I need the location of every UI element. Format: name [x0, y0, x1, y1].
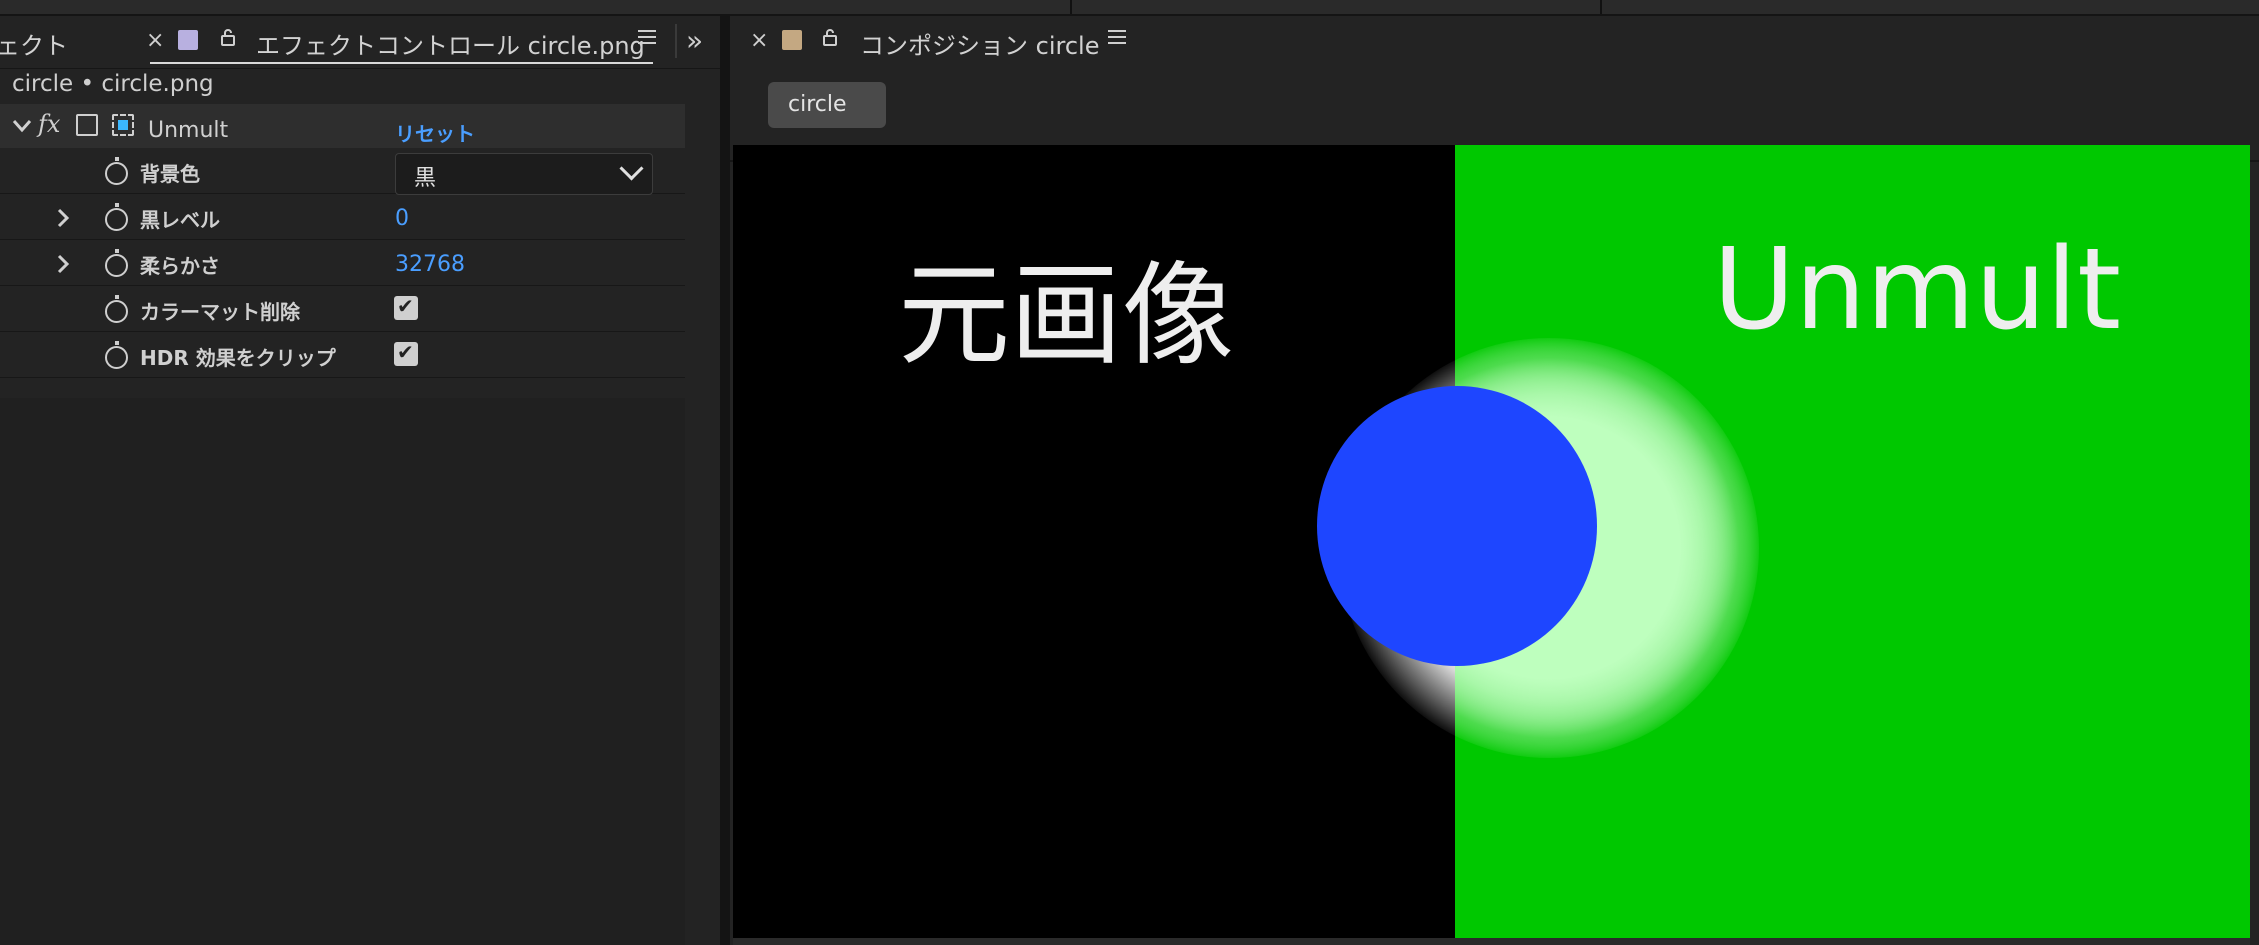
tab-effect-controls[interactable]: エフェクトコントロール circle.png	[256, 26, 645, 61]
frame-separator	[1070, 0, 1072, 14]
property-label: 黒レベル	[140, 208, 220, 232]
background-color-dropdown[interactable]: 黒	[395, 153, 653, 195]
comp-color-swatch	[782, 30, 802, 50]
dropdown-value: 黒	[414, 166, 437, 191]
tab-effects-truncated[interactable]: ェクト	[0, 26, 68, 61]
viewer-bottom-edge	[733, 938, 2250, 945]
stopwatch-icon[interactable]	[105, 203, 128, 231]
close-icon[interactable]: ×	[750, 28, 768, 53]
panel-menu-icon[interactable]	[638, 30, 656, 46]
property-row-remove-color-matte: カラーマット削除 ✔	[0, 286, 685, 332]
chevron-down-icon	[619, 156, 644, 181]
effect-name: Unmult	[148, 118, 229, 143]
effect-controls-panel: ェクト × エフェクトコントロール circle.png » circle • …	[0, 16, 720, 945]
panel-divider[interactable]	[720, 16, 730, 945]
comp-breadcrumb-pill[interactable]: circle	[768, 82, 886, 128]
property-label: 柔らかさ	[140, 254, 220, 278]
clip-hdr-checkbox[interactable]: ✔	[394, 340, 418, 366]
property-label: 背景色	[140, 162, 200, 186]
layer-color-swatch	[178, 30, 198, 50]
check-icon: ✔	[397, 294, 414, 318]
original-image-label: 元画像	[898, 251, 1234, 381]
layer-breadcrumb: circle • circle.png	[12, 71, 214, 97]
unmult-label: Unmult	[1713, 225, 2122, 355]
property-row-black-level: 黒レベル 0	[0, 194, 685, 240]
effect-mask-icon[interactable]	[112, 114, 134, 136]
panel-tab-row: ェクト × エフェクトコントロール circle.png »	[0, 16, 720, 69]
property-row-clip-hdr: HDR 効果をクリップ ✔	[0, 332, 685, 378]
comp-breadcrumb-label: circle	[788, 92, 847, 117]
stopwatch-icon[interactable]	[105, 249, 128, 277]
effect-stack-icon[interactable]	[76, 114, 98, 136]
effect-header-row[interactable]	[0, 104, 685, 148]
chevron-down-icon[interactable]	[12, 119, 32, 133]
panel-menu-icon[interactable]	[1108, 30, 1126, 46]
tab-composition[interactable]: コンポジション circle	[860, 26, 1099, 61]
overflow-tabs-icon[interactable]: »	[686, 24, 703, 57]
stopwatch-icon[interactable]	[105, 341, 128, 369]
fx-icon[interactable]: fx	[38, 110, 60, 138]
softness-value[interactable]: 32768	[395, 252, 465, 277]
property-label: HDR 効果をクリップ	[140, 346, 336, 370]
chevron-right-icon[interactable]	[56, 254, 70, 274]
property-label: カラーマット削除	[140, 300, 300, 324]
blue-circle	[1317, 386, 1597, 666]
active-tab-indicator	[150, 62, 653, 64]
stopwatch-icon[interactable]	[105, 295, 128, 323]
remove-color-matte-checkbox[interactable]: ✔	[394, 294, 418, 320]
close-icon[interactable]: ×	[146, 28, 164, 53]
top-frame-bar	[0, 0, 2259, 16]
composition-tab-row: × コンポジション circle	[730, 16, 2259, 68]
reset-link[interactable]: リセット	[395, 118, 475, 147]
lock-icon[interactable]	[220, 28, 236, 46]
chevron-right-icon[interactable]	[56, 208, 70, 228]
check-icon: ✔	[397, 340, 414, 364]
tab-separator	[675, 24, 677, 58]
property-row-softness: 柔らかさ 32768	[0, 240, 685, 286]
composition-viewer[interactable]: 元画像 Unmult	[733, 145, 2250, 938]
lock-icon[interactable]	[822, 28, 838, 46]
black-level-value[interactable]: 0	[395, 206, 409, 231]
frame-separator	[1600, 0, 1602, 14]
effect-controls-empty-area	[0, 398, 685, 945]
stopwatch-icon[interactable]	[105, 157, 128, 185]
